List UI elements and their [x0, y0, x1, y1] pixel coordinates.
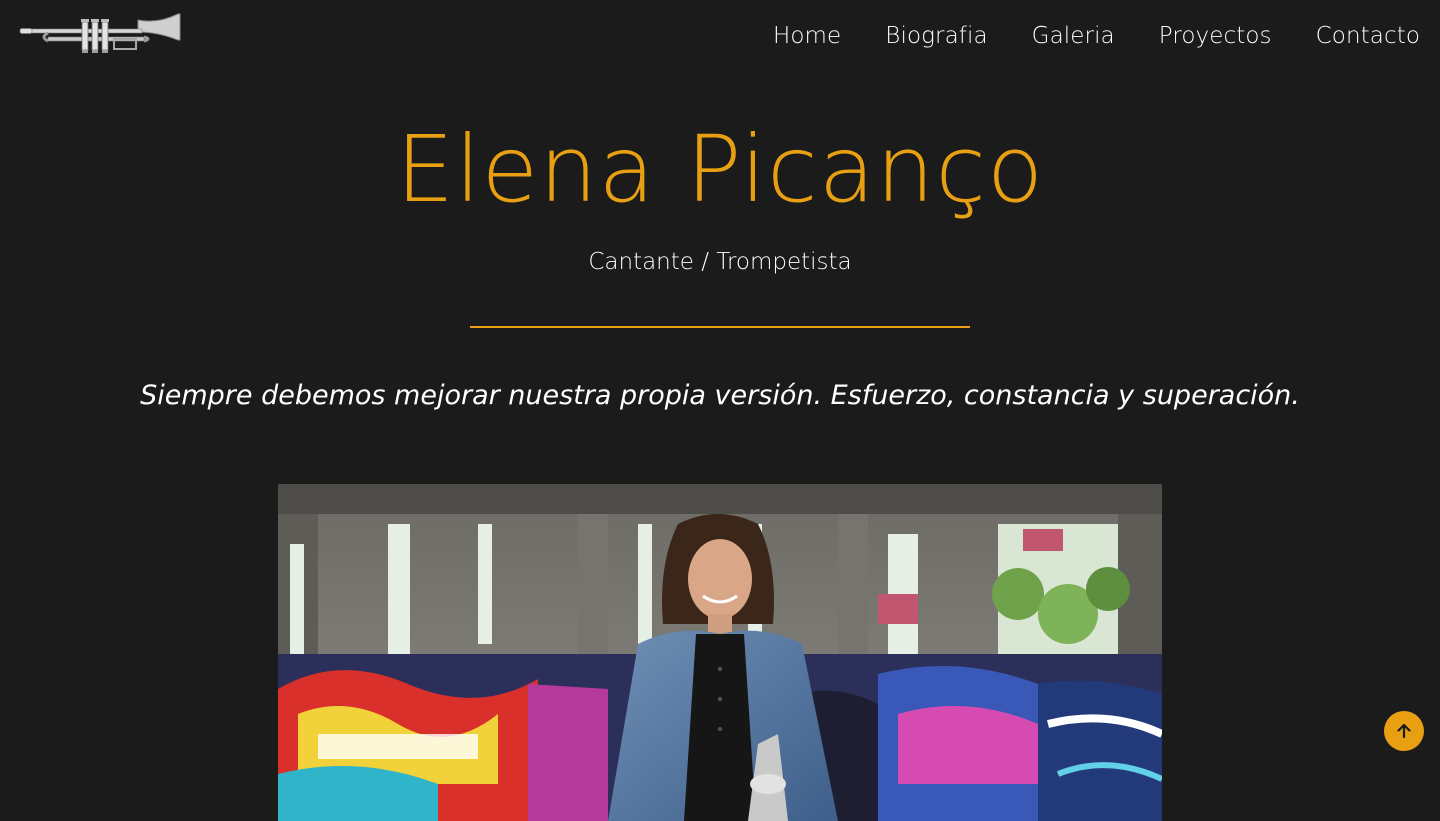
hero-divider	[470, 326, 970, 328]
hero-quote: Siempre debemos mejorar nuestra propia v…	[140, 380, 1300, 411]
back-to-top-button[interactable]	[1384, 711, 1424, 751]
portrait-photo-illustration	[278, 484, 1162, 821]
nav-biografia[interactable]: Biografia	[885, 23, 987, 49]
arrow-up-icon	[1397, 723, 1411, 739]
portrait-photo	[278, 484, 1162, 821]
hero-title: Elena Picanço	[395, 116, 1045, 223]
nav-galeria[interactable]: Galeria	[1032, 23, 1115, 49]
hero-subtitle: Cantante / Trompetista	[588, 249, 852, 275]
main-nav: Home Biografia Galeria Proyectos Contact…	[773, 18, 1420, 54]
site-header: Home Biografia Galeria Proyectos Contact…	[0, 0, 1440, 72]
page: Home Biografia Galeria Proyectos Contact…	[0, 0, 1440, 821]
nav-home[interactable]: Home	[773, 23, 841, 49]
nav-proyectos[interactable]: Proyectos	[1159, 23, 1272, 49]
logo-link[interactable]	[18, 10, 182, 56]
nav-contacto[interactable]: Contacto	[1316, 23, 1420, 49]
trumpet-icon	[19, 13, 181, 53]
